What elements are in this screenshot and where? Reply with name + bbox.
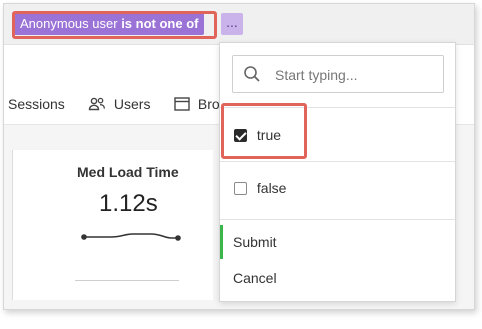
dropdown-divider	[220, 219, 455, 220]
sparkline-chart	[81, 228, 181, 249]
submit-button[interactable]: Submit	[220, 225, 455, 259]
cancel-button[interactable]: Cancel	[220, 261, 455, 295]
app-window: Anonymous user is not one of ... Session…	[3, 3, 475, 310]
option-false[interactable]: false	[234, 180, 286, 196]
metric-value: 1.12s	[99, 190, 158, 217]
tab-users-label: Users	[113, 96, 151, 112]
metric-divider	[75, 280, 179, 281]
tab-browsers-label: Bro	[197, 96, 220, 112]
browser-icon	[174, 97, 190, 114]
tab-users[interactable]: Users	[88, 96, 150, 114]
tab-sessions-label: Sessions	[8, 96, 65, 112]
users-icon	[88, 97, 106, 114]
metric-title: Med Load Time	[77, 164, 179, 180]
filter-values-dropdown: true false Submit Cancel	[219, 42, 456, 302]
option-false-label: false	[256, 180, 287, 196]
filter-pill-highlight	[12, 11, 217, 39]
tab-browsers[interactable]: Bro	[174, 96, 220, 114]
search-input[interactable]	[273, 64, 437, 86]
option-true-highlight	[221, 103, 307, 159]
filter-more-button[interactable]: ...	[221, 13, 243, 35]
tab-sessions[interactable]: Sessions	[8, 96, 65, 112]
search-icon	[243, 65, 261, 88]
search-field[interactable]	[232, 55, 444, 93]
checkbox-unchecked-icon[interactable]	[234, 182, 247, 195]
dropdown-divider	[220, 161, 455, 162]
metric-card: Med Load Time 1.12s	[12, 150, 213, 300]
